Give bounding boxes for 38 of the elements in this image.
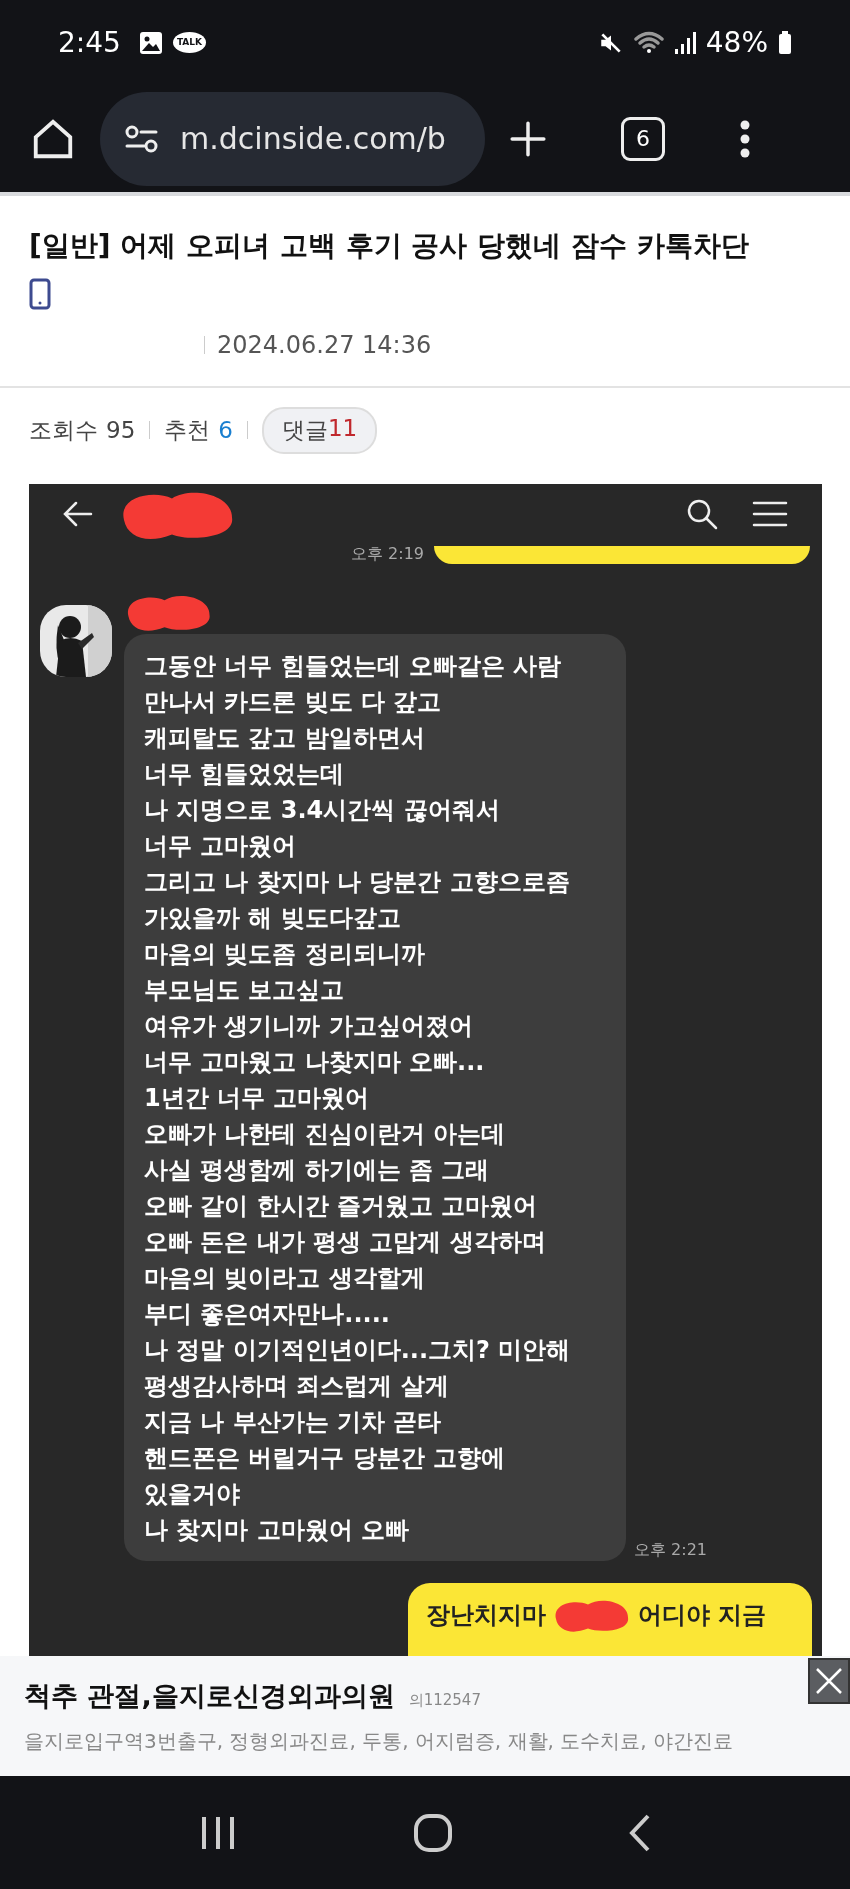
battery-percentage: 48% — [705, 26, 768, 59]
post-title: [일반] 어제 오피녀 고백 후기 공사 당했네 잠수 카톡차단 — [29, 228, 750, 264]
message-time: 오후 2:19 — [351, 544, 424, 565]
tab-count-button[interactable]: 6 — [621, 116, 665, 161]
mobile-phone-icon — [29, 278, 51, 310]
signal-icon — [673, 30, 696, 55]
stat-label: 추천 — [164, 415, 211, 445]
url-text: m.dcinside.com/b — [180, 121, 446, 156]
message-time: 오후 2:21 — [634, 1540, 707, 1561]
image-icon — [138, 30, 163, 55]
stat-label: 댓글 — [281, 415, 328, 445]
new-tab-button[interactable] — [509, 119, 547, 158]
stat-count: 6 — [218, 417, 233, 443]
back-arrow-icon — [63, 501, 93, 527]
tune-icon — [124, 123, 160, 154]
message-bubble: 그동안 너무 힘들었는데 오빠같은 사람 만나서 카드론 빚도 다 갚고 캐피탈도 갚고 밤일하면서 너무 힘들었었는데 나 지명으로 3.4시간씩 끊어줘서 너무 고마웠어 그리고 나 찾지마 나 당분간 고향으로좀 가있을까 해 빚도다갚고 마음의 빚도좀 정리되니까 부모님도 보고싶고 여유가 생기니까 가고싶어졌어 너무 고마웠고 나찾지마 오빠... 1년간 너무 고마웠어 오빠가 나한테 진심이란거 아는데 사실 평생함께 하기에는 좀 그래 오빠 같이 한시간 즐거웠고 고마웠어 오빠 돈은 내가 평생 고맙게 생각하며 마음의 빚이라고 생각할게 부디 좋은여자만나..... 나 정말 이기적인년이다...그치? 미안해 평생감사하며 죄스럽게 살게 지금 나 부산가는 기차 곧타 핸드폰은 버릴거구 당분간 고향에 있을거야 나 찾지마 고마웠어 오빠 — [124, 634, 626, 1561]
license-number: 의112547 — [408, 1690, 481, 1710]
talk-notification-icon: TALK — [172, 32, 206, 53]
stat-count: 11 — [327, 414, 358, 443]
stat-label: 조회수 — [29, 415, 98, 445]
stat-count: 95 — [106, 417, 136, 443]
ad-banner[interactable]: 척추 관절,을지로신경외과의원 의112547 을지로입구역3번출구, 정형외과진료, 두통, 어지럼증, 재활, 도수치료, 야간진료 — [0, 1656, 850, 1776]
message-text: 장난치지마 — [426, 1600, 546, 1631]
comment-count-button[interactable]: 댓글11 — [261, 406, 378, 454]
close-button[interactable] — [808, 1658, 850, 1704]
wifi-icon — [633, 29, 664, 56]
menu-icon — [752, 500, 788, 528]
close-icon — [814, 1666, 844, 1696]
post-date: 2024.06.27 14:36 — [217, 331, 432, 359]
menu-button[interactable] — [739, 118, 751, 159]
home-button[interactable] — [413, 1812, 453, 1853]
message-text: 어디야 지금 — [638, 1600, 767, 1631]
address-bar[interactable]: m.dcinside.com/b — [100, 91, 485, 186]
battery-icon — [778, 30, 792, 55]
clock: 2:45 — [58, 26, 121, 59]
ad-title: 척추 관절,을지로신경외과의원 — [24, 1678, 395, 1713]
search-icon — [686, 498, 718, 530]
ad-description: 을지로입구역3번출구, 정형외과진료, 두통, 어지럼증, 재활, 도수치료, 야간진료 — [24, 1727, 734, 1755]
